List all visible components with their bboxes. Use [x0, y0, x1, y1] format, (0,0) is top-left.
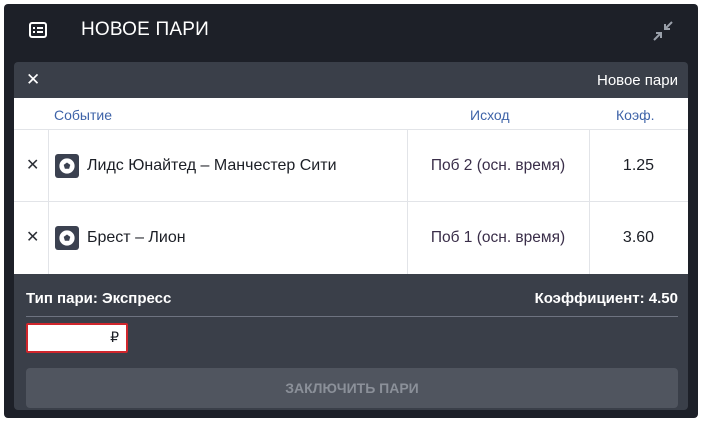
bet-card: ✕ Новое пари Событие Исход Коэф. ✕ Лидс …	[14, 62, 688, 410]
total-coefficient: Коэффициент: 4.50	[534, 290, 678, 307]
divider	[26, 316, 678, 317]
panel-header: НОВОЕ ПАРИ	[4, 4, 698, 59]
column-outcome: Исход	[470, 107, 510, 123]
currency-symbol: ₽	[110, 330, 119, 346]
column-coef: Коэф.	[616, 107, 655, 123]
remove-selection-button[interactable]: ✕	[26, 156, 42, 174]
stake-field[interactable]: ₽	[26, 323, 128, 353]
table-row: ✕ Лидс Юнайтед – Манчестер Сити Поб 2 (о…	[14, 130, 688, 202]
bet-type-label: Тип пари: Экспресс	[26, 290, 172, 307]
stake-input[interactable]	[32, 329, 102, 347]
collapse-icon[interactable]	[652, 20, 674, 42]
outcome: Поб 2 (осн. время)	[430, 157, 566, 174]
remove-selection-button[interactable]: ✕	[26, 228, 42, 246]
close-bet-card-button[interactable]: ✕	[26, 71, 40, 89]
table-header: Событие Исход Коэф.	[14, 98, 688, 130]
event-name: Лидс Юнайтед – Манчестер Сити	[87, 157, 337, 174]
panel-title: НОВОЕ ПАРИ	[81, 19, 209, 40]
bet-card-header: ✕ Новое пари	[14, 62, 688, 98]
place-bet-button[interactable]: ЗАКЛЮЧИТЬ ПАРИ	[26, 368, 678, 408]
table-row: ✕ Брест – Лион Поб 1 (осн. время) 3.60	[14, 202, 688, 274]
event-name: Брест – Лион	[87, 229, 186, 246]
bet-card-title: Новое пари	[596, 72, 678, 89]
football-icon	[55, 154, 79, 178]
selections-table: Событие Исход Коэф. ✕ Лидс Юнайтед – Ман…	[14, 98, 688, 274]
column-event: Событие	[54, 107, 112, 123]
outcome: Поб 1 (осн. время)	[430, 229, 566, 246]
coefficient: 3.60	[622, 229, 655, 246]
bet-slip-panel: НОВОЕ ПАРИ ✕ Новое пари Событие Исход Ко…	[4, 4, 698, 418]
betslip-icon	[28, 20, 48, 40]
coefficient: 1.25	[622, 157, 655, 174]
football-icon	[55, 226, 79, 250]
